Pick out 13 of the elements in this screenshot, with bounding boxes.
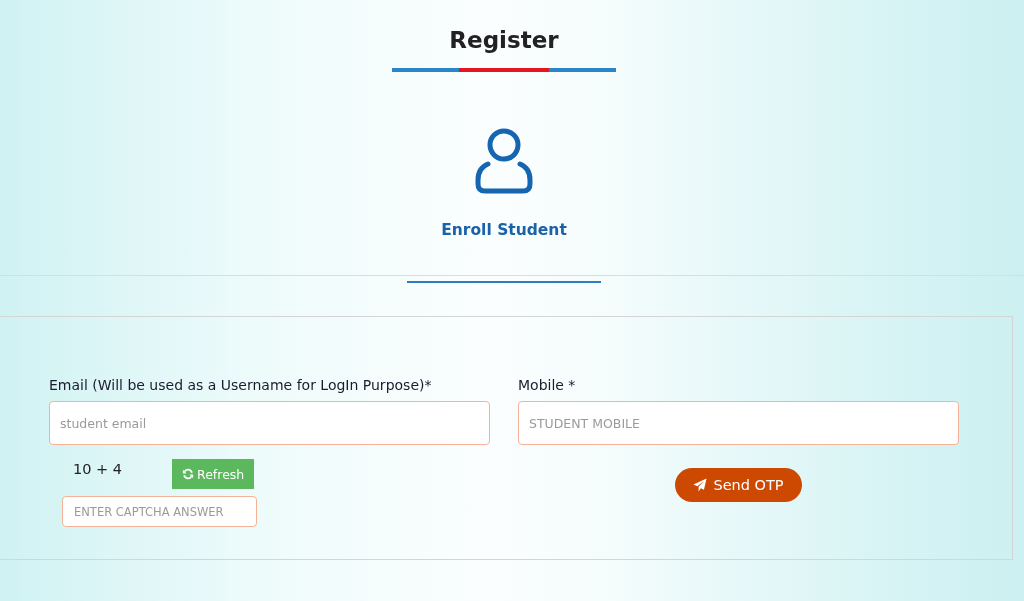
email-field[interactable]: student email: [49, 401, 490, 445]
refresh-button[interactable]: Refresh: [172, 459, 255, 489]
email-label: Email (Will be used as a Username for LogIn Purpose)*: [49, 376, 433, 395]
paper-plane-icon: [693, 478, 708, 492]
user-icon: [474, 128, 534, 194]
send-otp-button[interactable]: Send OTP: [675, 468, 802, 502]
captcha-answer-field[interactable]: ENTER CAPTCHA ANSWER: [62, 496, 257, 527]
refresh-icon: [182, 468, 195, 480]
mobile-label: Mobile *: [518, 376, 577, 395]
mobile-field[interactable]: STUDENT MOBILE: [518, 401, 959, 445]
role-title: Enroll Student: [441, 220, 567, 241]
captcha-question: 10 + 4: [73, 461, 123, 477]
page-title: Register: [449, 26, 559, 55]
